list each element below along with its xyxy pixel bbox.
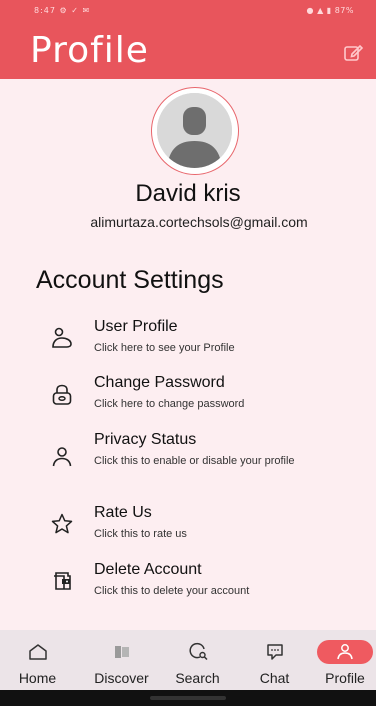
status-indicators: ● ▲ ▮ 87% — [306, 6, 354, 15]
nav-item-profile[interactable]: Profile — [310, 630, 376, 690]
user-email: alimurtaza.cortechsols@gmail.com — [90, 214, 308, 230]
page-title: Profile — [30, 30, 149, 71]
default-avatar-icon — [157, 93, 232, 168]
nav-item-discover[interactable]: Discover — [84, 630, 159, 690]
settings-item-rate-us[interactable]: Rate Us Click this to rate us — [40, 504, 360, 544]
nav-label: Search — [175, 670, 220, 686]
setting-title: Change Password — [94, 374, 225, 391]
delete-account-icon — [54, 572, 71, 590]
user-profile-icon — [52, 327, 72, 348]
avatar-image — [157, 93, 232, 168]
settings-item-change-password[interactable]: Change Password Click here to change pas… — [40, 374, 360, 414]
nav-label: Profile — [325, 670, 365, 686]
edit-profile-button[interactable] — [342, 42, 364, 64]
nav-item-search[interactable]: Search — [160, 630, 235, 690]
setting-title: Privacy Status — [94, 431, 197, 448]
status-bar: 8:47 ⚙ ✓ ✉ ● ▲ ▮ 87% — [0, 0, 376, 22]
nav-label: Home — [18, 670, 57, 686]
search-icon — [189, 642, 208, 661]
settings-item-user-profile[interactable]: User Profile Click here to see your Prof… — [40, 318, 360, 358]
user-name: David kris — [135, 180, 241, 207]
app-bar: Profile — [0, 22, 376, 79]
setting-subtitle: Click here to change password — [94, 398, 245, 410]
discover-icon — [114, 646, 129, 658]
setting-subtitle: Click this to enable or disable your pro… — [94, 455, 295, 467]
lock-icon — [52, 384, 72, 405]
setting-title: Delete Account — [94, 561, 202, 578]
settings-item-delete-account[interactable]: Delete Account Click this to delete your… — [40, 561, 360, 601]
nav-label: Chat — [259, 670, 290, 686]
nav-item-chat[interactable]: Chat — [237, 630, 312, 690]
setting-subtitle: Click here to see your Profile — [94, 342, 235, 354]
setting-subtitle: Click this to rate us — [94, 528, 187, 540]
avatar[interactable] — [151, 87, 239, 175]
edit-icon — [344, 44, 364, 61]
bottom-navigation: Home Discover Search Chat Profile — [0, 630, 376, 690]
system-navigation-bar — [0, 690, 376, 706]
star-icon — [51, 513, 73, 534]
status-time: 8:47 ⚙ ✓ ✉ — [34, 6, 91, 15]
home-icon — [28, 644, 47, 660]
setting-title: User Profile — [94, 318, 178, 335]
setting-title: Rate Us — [94, 504, 152, 521]
settings-item-privacy-status[interactable]: Privacy Status Click this to enable or d… — [40, 431, 360, 487]
chat-icon — [266, 644, 283, 660]
nav-item-home[interactable]: Home — [0, 630, 75, 690]
nav-label: Discover — [94, 670, 149, 686]
person-icon — [52, 447, 72, 467]
section-heading: Account Settings — [36, 266, 224, 294]
home-gesture-handle[interactable] — [150, 696, 226, 700]
profile-icon — [337, 644, 353, 660]
setting-subtitle: Click this to delete your account — [94, 585, 250, 597]
